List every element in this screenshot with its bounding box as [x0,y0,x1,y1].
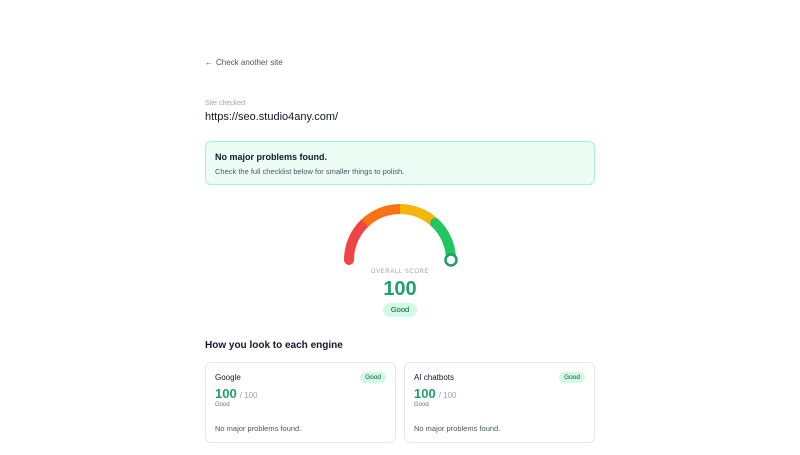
back-link-label: Check another site [216,58,283,67]
engine-card-ai-chatbots: AI chatbots Good 100 / 100 Good No major… [404,362,595,443]
overall-rating-badge: Good [383,303,417,317]
engine-name: AI chatbots [414,373,455,382]
overall-score-value: 100 [383,278,417,300]
notice-title: No major problems found. [215,152,328,162]
site-checked-label: Site checked [205,100,246,107]
engine-rating: Good [215,402,230,408]
arrow-left-icon: ← [205,58,213,67]
gauge-segment-red [344,218,370,265]
engine-name: Google [215,373,241,382]
gauge-indicator [444,253,458,267]
engine-rating: Good [414,402,429,408]
site-url: https://seo.studio4any.com/ [205,111,339,123]
gauge-segment-yellow [399,204,439,227]
engine-note: No major problems found. [414,424,501,433]
check-another-site-link[interactable]: ← Check another site [205,58,283,67]
engine-score: 100 [414,386,436,401]
engine-score-max: / 100 [438,391,457,400]
overall-score-label: OVERALL SCORE [370,269,430,275]
engine-score-max: / 100 [239,391,258,400]
score-gauge [344,204,458,267]
result-notice: No major problems found. Check the full … [205,141,595,185]
engine-score: 100 [215,386,237,401]
engines-section-title: How you look to each engine [205,340,343,351]
status-badge: Good [360,372,386,383]
gauge-segment-orange [361,204,401,227]
notice-text: Check the full checklist below for small… [215,167,405,176]
status-badge: Good [559,372,585,383]
engine-card-google: Google Good 100 / 100 Good No major prob… [205,362,396,443]
engine-note: No major problems found. [215,424,302,433]
